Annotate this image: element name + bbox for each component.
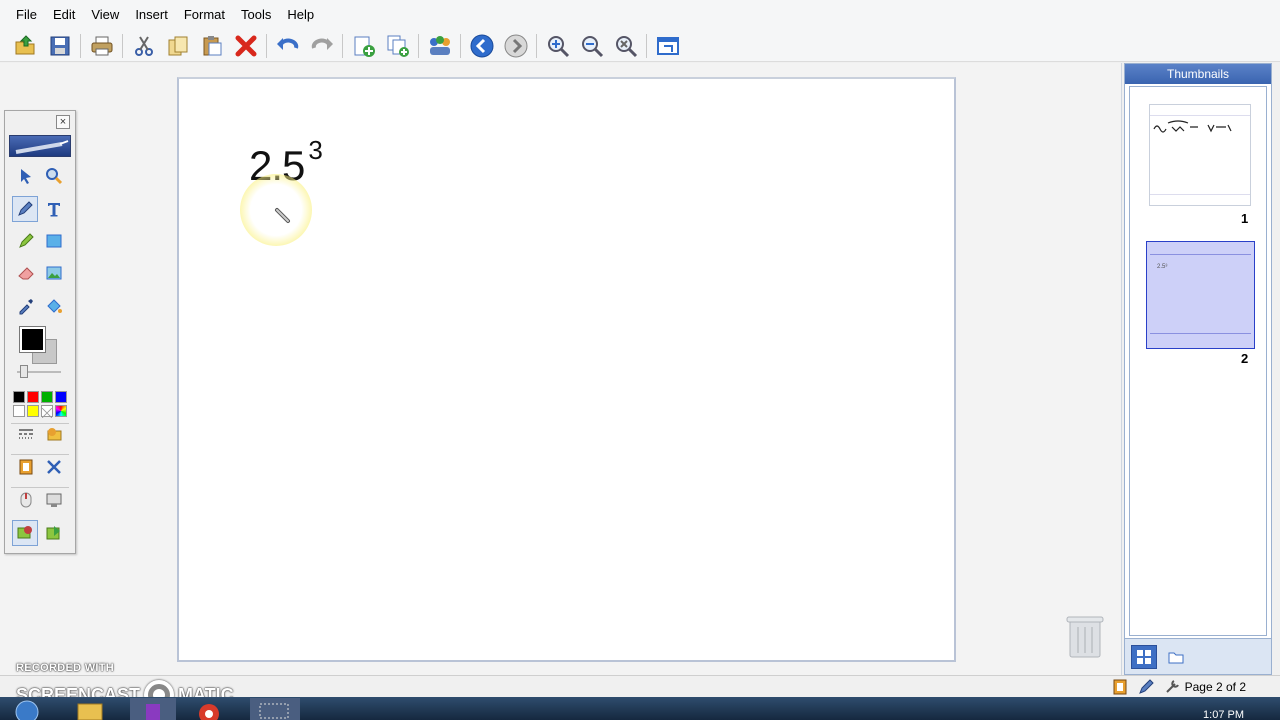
mouse-mode-icon[interactable] — [13, 487, 39, 513]
explorer-icon[interactable] — [72, 698, 108, 720]
export-icon[interactable] — [41, 520, 67, 546]
tool-palette: × — [4, 110, 76, 554]
next-page-icon[interactable] — [502, 32, 530, 60]
add-page-icon[interactable] — [350, 32, 378, 60]
color-white[interactable] — [13, 405, 25, 417]
record-icon[interactable] — [13, 454, 39, 480]
pen-cursor-icon — [275, 208, 290, 223]
share-icon[interactable] — [426, 32, 454, 60]
color-none[interactable] — [41, 405, 53, 419]
folder-view-icon[interactable] — [1163, 645, 1189, 669]
screen-capture-icon[interactable] — [41, 487, 67, 513]
menu-edit[interactable]: Edit — [45, 0, 83, 30]
trash-icon[interactable] — [1066, 613, 1104, 659]
color-yellow[interactable] — [27, 405, 39, 417]
redo-icon[interactable] — [308, 32, 336, 60]
palette-close-button[interactable]: × — [56, 115, 70, 129]
zoom-out-icon[interactable] — [578, 32, 606, 60]
tools-status-icon[interactable] — [1164, 679, 1180, 695]
menu-help[interactable]: Help — [279, 0, 322, 30]
toolbar — [0, 30, 1280, 62]
pen-tool-icon[interactable] — [12, 196, 38, 222]
text-tool-icon[interactable] — [41, 196, 67, 222]
thumbnail-view-icon[interactable] — [1131, 645, 1157, 669]
thumbnails-footer — [1125, 638, 1271, 674]
thumbnail-1-number: 1 — [1241, 211, 1249, 226]
record-status-icon[interactable] — [1112, 679, 1128, 695]
paste-icon[interactable] — [198, 32, 226, 60]
workspace: 2.5 3 — [0, 63, 1122, 675]
menu-tools[interactable]: Tools — [233, 0, 279, 30]
thumbnail-page-1[interactable] — [1149, 104, 1251, 206]
thumbnail-1-content — [1153, 120, 1232, 133]
shape-tool-icon[interactable] — [41, 228, 67, 254]
eyedropper-icon[interactable] — [13, 293, 39, 319]
color-black[interactable] — [13, 391, 25, 403]
taskbar: 1:07 PM — [0, 697, 1280, 720]
zoom-tool-icon[interactable] — [41, 163, 67, 189]
undo-icon[interactable] — [274, 32, 302, 60]
menu-bar: File Edit View Insert Format Tools Help — [0, 0, 1280, 30]
menu-file[interactable]: File — [8, 0, 45, 30]
menu-view[interactable]: View — [83, 0, 127, 30]
thumbnail-2-text: 2.5³ — [1157, 264, 1168, 270]
menu-insert[interactable]: Insert — [127, 0, 176, 30]
image-tool-icon[interactable] — [41, 260, 67, 286]
app-icon[interactable] — [130, 698, 176, 720]
select-icon[interactable] — [13, 163, 39, 189]
eraser-icon[interactable] — [13, 260, 39, 286]
whiteboard-page[interactable]: 2.5 3 — [177, 77, 956, 662]
pen-status-icon[interactable] — [1138, 679, 1154, 695]
line-style-icon[interactable] — [13, 421, 39, 447]
expression-exponent: 3 — [308, 135, 323, 165]
pen-preview — [9, 135, 71, 157]
watermark-recorded-with: RECORDED WITH — [16, 662, 115, 674]
foreground-color-swatch[interactable] — [19, 326, 46, 353]
full-screen-icon[interactable] — [654, 32, 682, 60]
open-icon[interactable] — [12, 32, 40, 60]
previous-page-icon[interactable] — [468, 32, 496, 60]
thickness-slider-thumb[interactable] — [20, 365, 28, 378]
delete-icon[interactable] — [232, 32, 260, 60]
duplicate-page-icon[interactable] — [384, 32, 412, 60]
color-green[interactable] — [41, 391, 53, 403]
cut-icon[interactable] — [130, 32, 158, 60]
print-icon[interactable] — [88, 32, 116, 60]
zoom-fit-icon[interactable] — [612, 32, 640, 60]
color-more[interactable] — [55, 405, 67, 417]
thumbnails-title: Thumbnails — [1125, 64, 1271, 84]
thumbnails-panel: Thumbnails 1 2.5³ 2 — [1124, 63, 1272, 675]
customize-icon[interactable] — [41, 454, 67, 480]
chrome-icon[interactable] — [186, 698, 232, 720]
thumbnail-2-number: 2 — [1241, 351, 1249, 366]
zoom-in-icon[interactable] — [544, 32, 572, 60]
color-blue[interactable] — [55, 391, 67, 403]
start-icon[interactable] — [10, 698, 44, 720]
taskbar-clock: 1:07 PM — [1203, 709, 1244, 720]
highlighter-icon[interactable] — [13, 228, 39, 254]
page-indicator: Page 2 of 2 — [1184, 680, 1246, 694]
fill-tool-icon[interactable] — [41, 293, 67, 319]
menu-format[interactable]: Format — [176, 0, 233, 30]
thumbnails-list: 1 2.5³ 2 — [1129, 86, 1267, 636]
copy-icon[interactable] — [164, 32, 192, 60]
desktop-annotate-icon[interactable] — [12, 520, 38, 546]
thumbnail-page-2[interactable]: 2.5³ — [1146, 241, 1255, 349]
properties-icon[interactable] — [41, 421, 67, 447]
screen-recorder-icon[interactable] — [250, 698, 300, 720]
save-icon[interactable] — [46, 32, 74, 60]
color-swatches — [13, 391, 67, 419]
color-red[interactable] — [27, 391, 39, 403]
